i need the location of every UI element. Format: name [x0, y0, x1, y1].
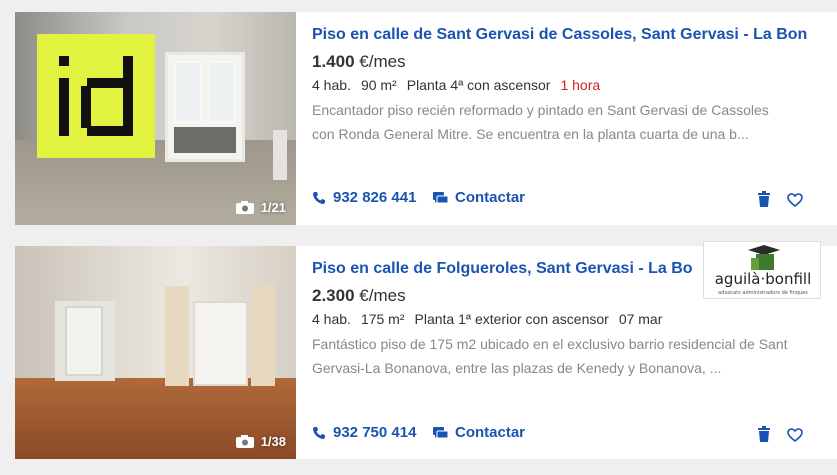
phone-icon [313, 426, 325, 439]
chat-icon [433, 426, 448, 438]
favorite-button[interactable] [785, 190, 805, 210]
photo-counter: 1/38 [235, 434, 286, 449]
discard-button[interactable] [754, 424, 774, 444]
camera-icon [235, 435, 254, 448]
discard-button[interactable] [754, 189, 774, 209]
camera-icon [235, 201, 254, 214]
listing-title-link[interactable]: Piso en calle de Folgueroles, Sant Gerva… [312, 260, 692, 278]
floor: Planta 4ª con ascensor [406, 77, 551, 93]
phone-button[interactable]: 932 826 441 [312, 189, 416, 206]
listing-photo[interactable]: 1/38 [15, 246, 296, 459]
listing-price: 2.300 €/mes [312, 286, 406, 305]
published-time: 07 mar [618, 311, 663, 327]
contact-button[interactable]: Contactar [433, 189, 525, 206]
floor: Planta 1ª exterior con ascensor [414, 311, 609, 327]
phone-button[interactable]: 932 750 414 [312, 424, 416, 441]
listing-card[interactable]: 1/38 Piso en calle de Folgueroles, Sant … [15, 241, 837, 459]
listing-photo[interactable]: 1/21 [15, 12, 296, 225]
listing-description[interactable]: Fantástico piso de 175 m2 ubicado en el … [312, 332, 792, 380]
heart-icon [787, 193, 803, 207]
advertiser-logo [37, 34, 155, 158]
trash-icon [758, 191, 770, 207]
heart-icon [787, 428, 803, 442]
listing-description[interactable]: Encantador piso recién reformado y pinta… [312, 98, 792, 146]
listing-price: 1.400 €/mes [312, 52, 406, 71]
agency-name: aguilà·bonfill [715, 270, 812, 288]
room-image [15, 246, 296, 459]
size: 90 m² [360, 77, 397, 93]
trash-icon [758, 426, 770, 442]
agency-logo-image: aguilà·bonfill advocats administradors d… [715, 245, 812, 296]
agency-tagline: advocats administradors de finques [718, 290, 808, 296]
listing-details: 4 hab. 90 m² Planta 4ª con ascensor 1 ho… [312, 77, 600, 93]
rooms: 4 hab. [312, 311, 351, 327]
photo-counter: 1/21 [235, 200, 286, 215]
favorite-button[interactable] [785, 425, 805, 445]
chat-icon [433, 191, 448, 203]
listing-card[interactable]: 1/21 Piso en calle de Sant Gervasi de Ca… [15, 12, 837, 225]
rooms: 4 hab. [312, 77, 351, 93]
agency-logo[interactable]: aguilà·bonfill advocats administradors d… [703, 241, 821, 299]
phone-icon [313, 191, 325, 204]
published-time: 1 hora [560, 77, 601, 93]
listing-title-link[interactable]: Piso en calle de Sant Gervasi de Cassole… [312, 26, 807, 44]
contact-button[interactable]: Contactar [433, 424, 525, 441]
size: 175 m² [360, 311, 405, 327]
listing-details: 4 hab. 175 m² Planta 1ª exterior con asc… [312, 311, 662, 327]
